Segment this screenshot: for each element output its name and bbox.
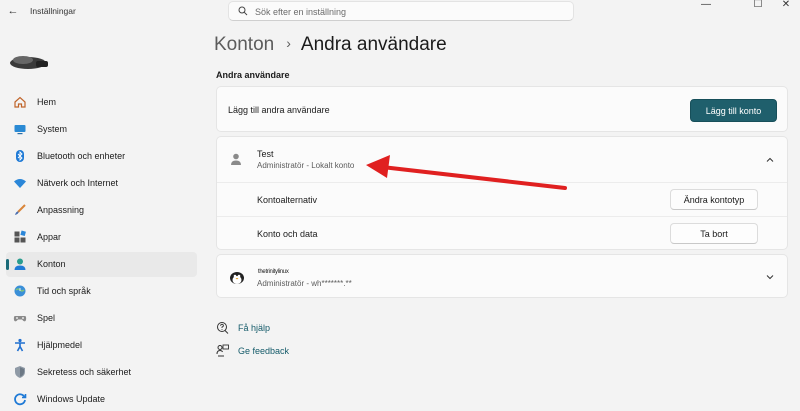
sidebar-item-label: Bluetooth och enheter — [37, 151, 126, 161]
accessibility-icon — [15, 338, 25, 352]
sidebar-item-accounts[interactable]: Konton — [6, 252, 197, 277]
section-title: Andra användare — [216, 70, 290, 80]
apps-icon — [14, 230, 26, 243]
chevron-down-icon[interactable] — [765, 272, 775, 282]
network-icon — [14, 179, 26, 188]
feedback-label: Ge feedback — [238, 346, 290, 356]
close-icon[interactable]: ✕ — [772, 0, 800, 12]
title-bar: ← Inställningar — ☐ ✕ — [0, 0, 800, 24]
sidebar-item-label: Sekretess och säkerhet — [37, 367, 132, 377]
change-account-type-button[interactable]: Ändra kontotyp — [670, 189, 758, 210]
add-account-button[interactable]: Lägg till konto — [690, 99, 777, 122]
accounts-icon — [14, 258, 26, 270]
sidebar-item-privacy[interactable]: Sekretess och säkerhet — [6, 360, 197, 385]
breadcrumb: Konton › Andra användare — [214, 34, 447, 58]
profile-picture — [10, 56, 48, 69]
sidebar-item-label: Hem — [37, 97, 57, 107]
sidebar-item-system[interactable]: System — [6, 117, 197, 142]
app-title: Inställningar — [30, 6, 76, 16]
sidebar-item-label: Nätverk och Internet — [37, 178, 119, 188]
penguin-avatar-icon — [230, 272, 244, 284]
user-role: Administratör - wh*******.** — [257, 279, 352, 288]
help-icon — [217, 322, 229, 334]
user-name: thetrinitylinux — [258, 269, 289, 275]
sidebar-item-label: Spel — [37, 313, 56, 323]
user-role: Administratör - Lokalt konto — [257, 161, 355, 170]
sidebar-item-label: Anpassning — [37, 205, 85, 215]
search-box[interactable] — [228, 1, 574, 21]
home-icon — [14, 96, 26, 108]
user-card-second[interactable]: thetrinitylinux Administratör - wh******… — [216, 254, 788, 298]
account-data-label: Konto och data — [257, 229, 318, 239]
brush-icon — [15, 204, 26, 215]
sidebar-item-gaming[interactable]: Spel — [6, 306, 197, 331]
add-user-label: Lägg till andra användare — [228, 105, 330, 115]
feedback-icon — [216, 344, 229, 357]
windows-update-icon — [14, 393, 27, 406]
sidebar-item-windows-update[interactable]: Windows Update — [6, 387, 197, 411]
annotation-arrow — [366, 155, 567, 190]
breadcrumb-parent-link[interactable]: Konton — [214, 34, 274, 55]
bluetooth-icon — [16, 150, 24, 162]
account-data-row: Konto och data Ta bort — [217, 216, 787, 250]
sidebar-item-bluetooth[interactable]: Bluetooth och enheter — [6, 144, 197, 169]
sidebar-item-label: Appar — [37, 232, 62, 242]
maximize-icon[interactable]: ☐ — [744, 0, 772, 12]
sidebar-item-label: Tid och språk — [37, 286, 91, 296]
sidebar-item-label: Konton — [37, 259, 66, 269]
chevron-up-icon[interactable] — [765, 155, 775, 165]
account-options-label: Kontoalternativ — [257, 195, 318, 205]
sidebar-item-label: Hjälpmedel — [37, 340, 83, 350]
active-indicator — [6, 259, 9, 270]
add-user-card: Lägg till andra användare Lägg till kont… — [216, 86, 788, 132]
sidebar-item-label: Windows Update — [37, 394, 106, 404]
search-icon — [238, 6, 248, 16]
sidebar-nav: Hem System Bluetooth och enheter Nätverk… — [6, 90, 197, 411]
page-title: Andra användare — [300, 34, 447, 55]
sidebar-item-personalization[interactable]: Anpassning — [6, 198, 197, 223]
breadcrumb-chevron-icon: › — [286, 35, 291, 51]
sidebar-item-apps[interactable]: Appar — [6, 225, 197, 250]
sidebar-item-time-language[interactable]: Tid och språk — [6, 279, 197, 304]
minimize-icon[interactable]: — — [692, 0, 720, 12]
sidebar-item-network[interactable]: Nätverk och Internet — [6, 171, 197, 196]
user-name: Test — [257, 149, 274, 159]
sidebar-item-hem[interactable]: Hem — [6, 90, 197, 115]
sidebar-item-label: System — [37, 124, 68, 134]
sidebar-item-accessibility[interactable]: Hjälpmedel — [6, 333, 197, 358]
privacy-shield-icon — [15, 366, 25, 378]
back-arrow-icon[interactable]: ← — [6, 4, 20, 18]
time-language-icon — [14, 285, 26, 297]
gaming-icon — [13, 316, 27, 322]
system-icon — [14, 125, 26, 135]
search-input[interactable] — [255, 4, 555, 19]
get-help-label: Få hjälp — [238, 323, 271, 333]
user-avatar-icon — [231, 153, 241, 165]
remove-button[interactable]: Ta bort — [670, 223, 758, 244]
